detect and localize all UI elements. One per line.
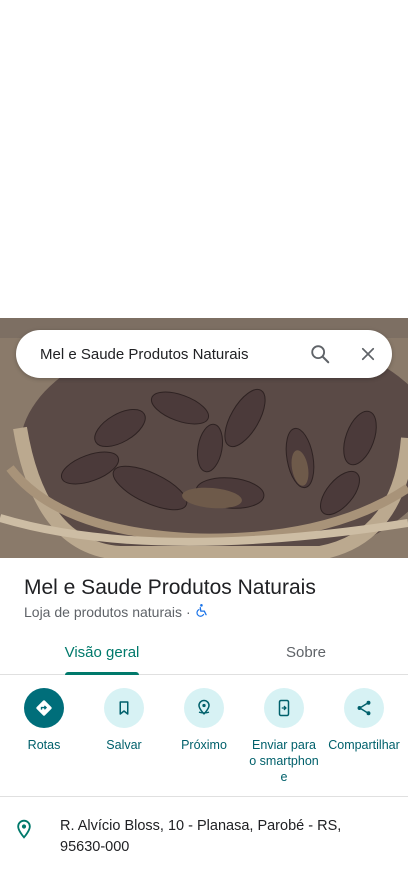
nearby-label: Próximo	[181, 738, 227, 752]
directions-button[interactable]: Rotas	[7, 688, 81, 785]
separator-dot: ·	[186, 603, 191, 620]
save-button[interactable]: Salvar	[87, 688, 161, 785]
place-tabs: Visão geral Sobre	[0, 630, 408, 675]
share-icon[interactable]	[344, 688, 384, 728]
share-button[interactable]: Compartilhar	[327, 688, 401, 785]
action-bar: Rotas Salvar Próximo Enviar para o smart…	[0, 688, 408, 785]
wheelchair-accessible-icon	[195, 603, 209, 620]
search-query[interactable]: Mel e Saude Produtos Naturais	[40, 346, 296, 363]
directions-icon[interactable]	[24, 688, 64, 728]
send-to-phone-label: Enviar para o smartphone	[249, 738, 319, 784]
close-icon[interactable]	[344, 330, 392, 378]
bookmark-icon[interactable]	[104, 688, 144, 728]
place-category: Loja de produtos naturais	[24, 603, 182, 620]
send-to-phone-icon[interactable]	[264, 688, 304, 728]
address-row[interactable]: R. Alvício Bloss, 10 - Planasa, Parobé -…	[0, 816, 408, 858]
place-subtitle: Loja de produtos naturais ·	[24, 603, 209, 620]
share-label: Compartilhar	[328, 738, 400, 752]
location-pin-icon	[0, 816, 60, 858]
address-text: R. Alvício Bloss, 10 - Planasa, Parobé -…	[60, 818, 342, 855]
tab-about[interactable]: Sobre	[204, 630, 408, 674]
directions-label: Rotas	[27, 738, 61, 752]
nearby-button[interactable]: Próximo	[167, 688, 241, 785]
search-bar[interactable]: Mel e Saude Produtos Naturais	[16, 330, 392, 378]
tab-overview[interactable]: Visão geral	[0, 630, 204, 675]
search-icon[interactable]	[296, 330, 344, 378]
place-name: Mel e Saude Produtos Naturais	[24, 576, 316, 599]
nearby-icon[interactable]	[184, 688, 224, 728]
divider	[0, 796, 408, 797]
send-to-phone-button[interactable]: Enviar para o smartphone	[247, 688, 321, 785]
save-label: Salvar	[106, 738, 142, 752]
